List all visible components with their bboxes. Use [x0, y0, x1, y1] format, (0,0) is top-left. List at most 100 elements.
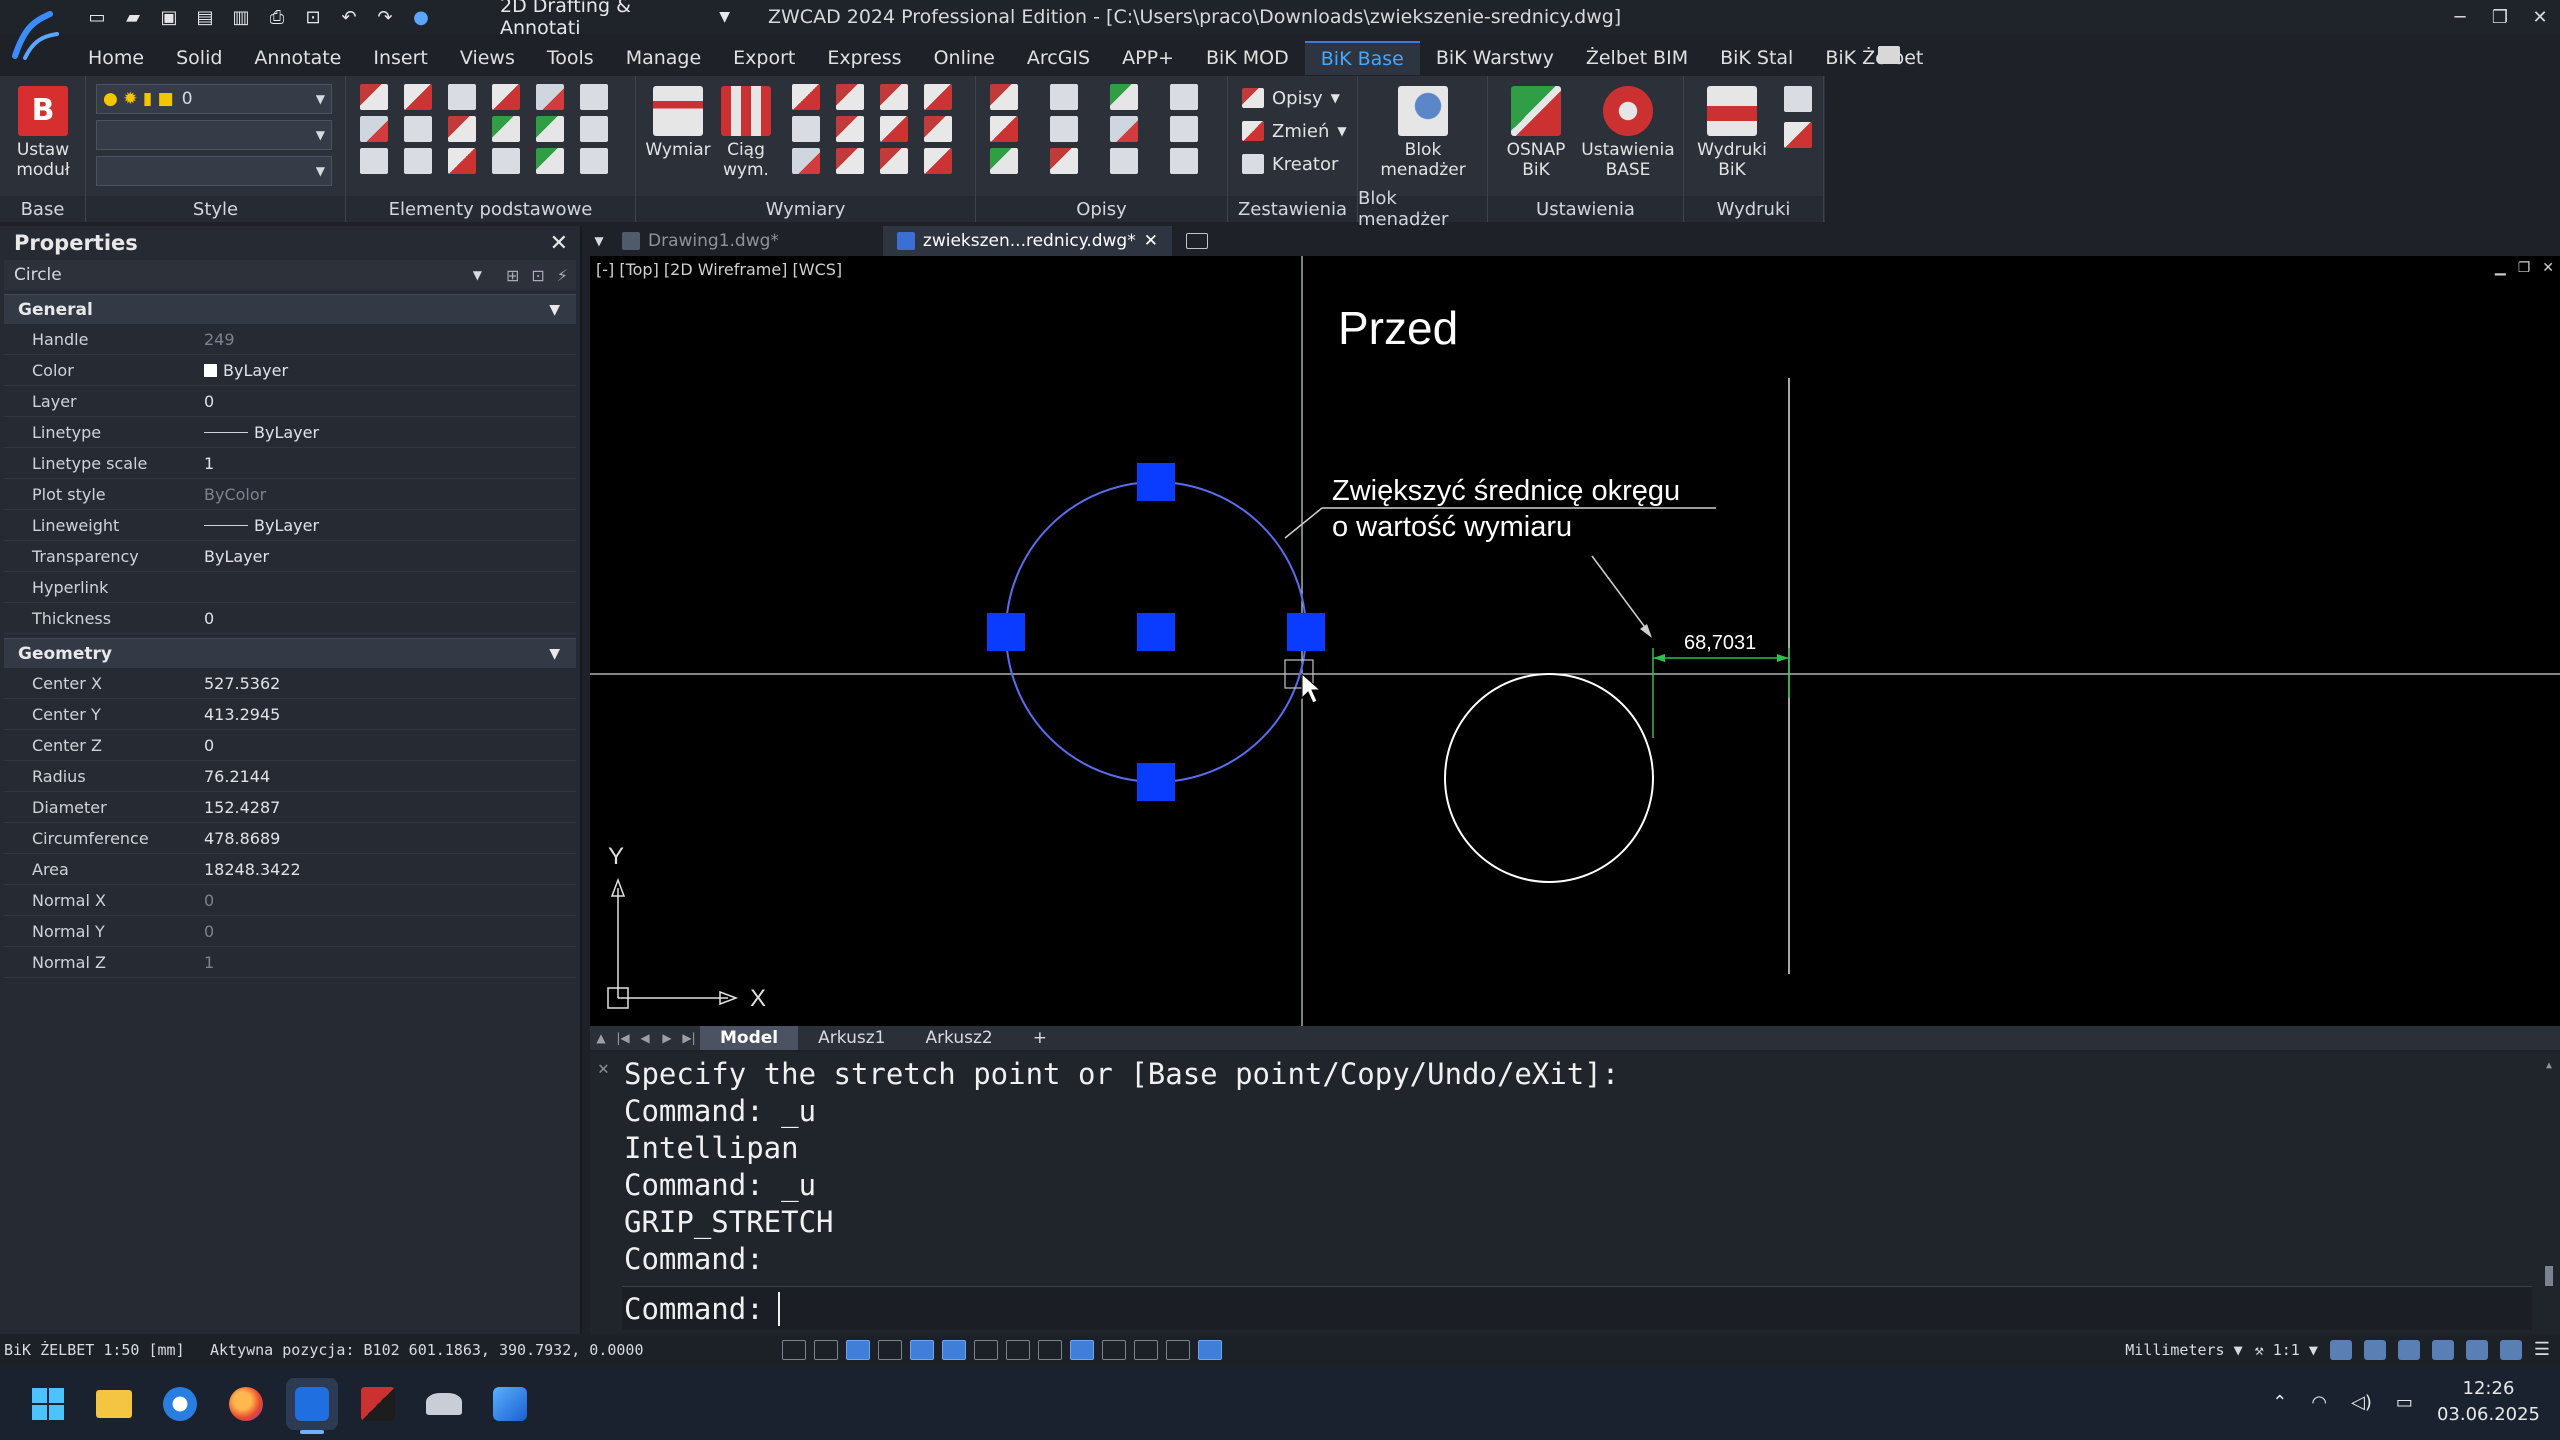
layout-tab-model[interactable]: Model — [700, 1026, 799, 1050]
property-row[interactable]: Handle 249 — [4, 324, 576, 355]
scrollbar-thumb[interactable] — [2545, 1266, 2553, 1286]
tool-icon[interactable] — [492, 148, 520, 174]
tool-icon[interactable] — [990, 148, 1018, 174]
property-value[interactable]: 0 — [204, 609, 576, 628]
undo-icon[interactable]: ↶ — [336, 5, 362, 29]
tool-icon[interactable] — [880, 116, 908, 142]
property-value[interactable]: ByLayer — [204, 361, 576, 380]
tool-icon[interactable] — [360, 116, 388, 142]
volume-icon[interactable]: ◁) — [2351, 1392, 2372, 1413]
tool-icon[interactable] — [1050, 148, 1078, 174]
file-explorer-icon[interactable] — [88, 1378, 140, 1430]
ribbon-tab-home[interactable]: Home — [72, 41, 160, 75]
ribbon-collapse-icon[interactable] — [1878, 46, 1900, 64]
style-dropdown-2[interactable]: ▼ — [96, 120, 332, 150]
style-dropdown-3[interactable]: ▼ — [96, 156, 332, 186]
section-general[interactable]: General ▼ — [4, 294, 576, 324]
tool-icon[interactable] — [836, 148, 864, 174]
ribbon-tab-app-[interactable]: APP+ — [1106, 41, 1190, 75]
new-file-icon[interactable]: ▭ — [84, 5, 110, 29]
hardware-acceleration-icon[interactable] — [2465, 1339, 2488, 1360]
close-icon[interactable]: ✕ — [598, 1058, 609, 1079]
firefox-icon[interactable] — [220, 1378, 272, 1430]
blok-menadzer-button[interactable]: Blok menadżer — [1378, 86, 1468, 180]
ribbon-tab-online[interactable]: Online — [918, 41, 1011, 75]
close-icon[interactable]: ✕ — [2520, 0, 2560, 34]
tool-icon[interactable] — [1110, 116, 1138, 142]
tool-icon[interactable] — [536, 116, 564, 142]
property-value[interactable]: 18248.3422 — [204, 860, 576, 879]
property-row[interactable]: Center X 527.5362 — [4, 668, 576, 699]
tool-icon[interactable] — [1170, 116, 1198, 142]
tool-icon[interactable] — [1110, 148, 1138, 174]
workspace-select[interactable]: 2D Drafting & Annotati ▼ — [500, 0, 730, 39]
tool-icon[interactable] — [404, 148, 432, 174]
help-icon[interactable]: ● — [408, 5, 434, 29]
ribbon-tab-insert[interactable]: Insert — [357, 41, 444, 75]
property-row[interactable]: Linetype scale 1 — [4, 448, 576, 479]
property-value[interactable]: 152.4287 — [204, 798, 576, 817]
tool-icon[interactable] — [792, 116, 820, 142]
property-row[interactable]: Radius 76.2144 — [4, 761, 576, 792]
quick-properties-icon[interactable] — [1102, 1340, 1126, 1360]
property-value[interactable]: 76.2144 — [204, 767, 576, 786]
tool-icon[interactable] — [990, 116, 1018, 142]
layout-icon[interactable] — [1784, 86, 1812, 112]
ribbon-tab-express[interactable]: Express — [811, 41, 917, 75]
ribbon-tab-manage[interactable]: Manage — [610, 41, 717, 75]
ribbon-tab-views[interactable]: Views — [444, 41, 531, 75]
property-row[interactable]: Color ByLayer — [4, 355, 576, 386]
heading-text[interactable]: Przed — [1338, 302, 1458, 354]
layout-tab-arkusz1[interactable]: Arkusz1 — [798, 1026, 905, 1050]
tool-icon[interactable] — [836, 84, 864, 110]
note-text-line2[interactable]: o wartość wymiaru — [1332, 511, 1572, 543]
ribbon-tab-bik-żelbet[interactable]: BiK Żelbet — [1809, 41, 1939, 75]
property-value[interactable]: ByLayer — [204, 516, 576, 535]
property-value[interactable]: ByLayer — [204, 547, 576, 566]
property-row[interactable]: Lineweight ByLayer — [4, 510, 576, 541]
ribbon-tab-tools[interactable]: Tools — [531, 41, 610, 75]
property-row[interactable]: Diameter 152.4287 — [4, 792, 576, 823]
tool-icon[interactable] — [924, 116, 952, 142]
property-row[interactable]: Area 18248.3422 — [4, 854, 576, 885]
units-dropdown[interactable]: Millimeters ▼ — [2125, 1341, 2242, 1359]
grip-right[interactable] — [1287, 613, 1325, 651]
property-value[interactable]: 0 — [204, 736, 576, 755]
dynamic-ucs-icon[interactable] — [974, 1340, 998, 1360]
object-snap-tracking-icon[interactable] — [942, 1340, 966, 1360]
ortho-mode-icon[interactable] — [846, 1340, 870, 1360]
property-row[interactable]: Layer 0 — [4, 386, 576, 417]
property-value[interactable]: 0 — [204, 922, 576, 941]
quick-select-icon[interactable]: ⚡ — [557, 266, 568, 285]
first-tab-icon[interactable]: |◀ — [612, 1031, 634, 1045]
property-row[interactable]: Center Z 0 — [4, 730, 576, 761]
chevron-up-icon[interactable]: ⌃ — [2272, 1392, 2287, 1413]
ribbon-tab-bik-base[interactable]: BiK Base — [1304, 41, 1420, 75]
drawing-canvas[interactable]: Przed Zwiększyć średnicę okręgu o wartoś… — [590, 256, 2560, 1026]
open-folder-icon[interactable]: ▰ — [120, 5, 146, 29]
property-value[interactable]: 1 — [204, 454, 576, 473]
zmien-button[interactable]: Zmień ▼ — [1242, 117, 1347, 145]
property-value[interactable]: 413.2945 — [204, 705, 576, 724]
property-value[interactable]: 527.5362 — [204, 674, 576, 693]
cad-app-icon[interactable] — [352, 1378, 404, 1430]
tool-icon[interactable] — [990, 84, 1018, 110]
property-row[interactable]: Transparency ByLayer — [4, 541, 576, 572]
browser-icon[interactable] — [154, 1378, 206, 1430]
property-value[interactable]: 0 — [204, 891, 576, 910]
property-row[interactable]: Circumference 478.8689 — [4, 823, 576, 854]
tool-icon[interactable] — [1110, 84, 1138, 110]
restore-icon[interactable]: ❐ — [2480, 0, 2520, 34]
object-snap-icon[interactable] — [910, 1340, 934, 1360]
tool-icon[interactable] — [836, 116, 864, 142]
workspace-switch-icon[interactable] — [2397, 1339, 2420, 1360]
tool-icon[interactable] — [924, 84, 952, 110]
tool-icon[interactable] — [448, 116, 476, 142]
tool-icon[interactable] — [924, 148, 952, 174]
settings-gear-icon[interactable] — [2431, 1339, 2454, 1360]
wifi-icon[interactable]: ◠ — [2311, 1392, 2327, 1413]
tool-icon[interactable] — [404, 84, 432, 110]
layout-tab-arkusz2[interactable]: Arkusz2 — [905, 1026, 1012, 1050]
redo-icon[interactable]: ↷ — [372, 5, 398, 29]
new-tab-icon[interactable] — [1185, 233, 1208, 249]
